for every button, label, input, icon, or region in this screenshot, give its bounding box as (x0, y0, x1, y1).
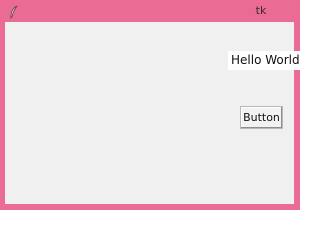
button[interactable]: Button (240, 106, 283, 129)
window-title: tk (255, 4, 267, 17)
hello-world-label: Hello World (228, 51, 303, 70)
title-bar[interactable]: tk (0, 0, 300, 22)
client-area: Hello World Button (5, 22, 303, 204)
app-window: tk Hello World Button (0, 0, 303, 210)
